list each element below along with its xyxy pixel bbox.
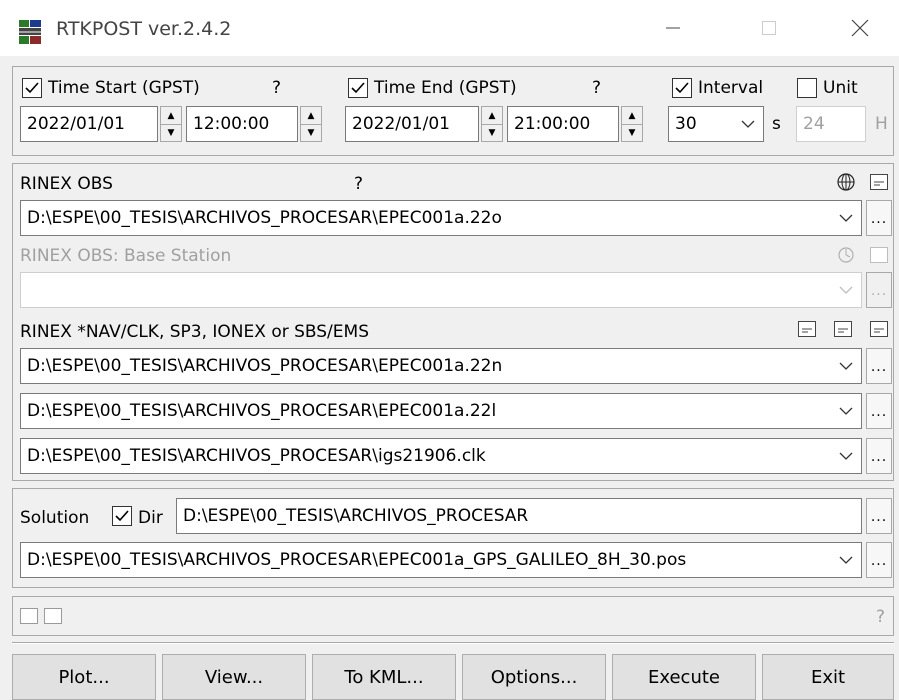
time-start-label: Time Start (GPST)	[48, 78, 200, 98]
interval-value: 30	[675, 114, 697, 134]
browse-rinex-nav-3-button[interactable]: ...	[866, 438, 892, 474]
end-time-stepper[interactable]: ▲ ▼	[621, 106, 643, 142]
browse-rinex-base-button[interactable]: ...	[866, 272, 892, 308]
separator	[12, 642, 894, 644]
start-date-field[interactable]: 2022/01/01	[20, 106, 158, 142]
view-file-icon[interactable]	[798, 321, 816, 337]
rinex-obs-help[interactable]: ?	[354, 174, 363, 194]
status-indicator-2	[44, 608, 62, 624]
browse-rinex-nav-1-button[interactable]: ...	[866, 348, 892, 384]
view-file-icon[interactable]	[834, 321, 852, 337]
chevron-down-icon[interactable]	[831, 543, 861, 577]
globe-icon[interactable]	[836, 172, 856, 192]
rinex-nav-combo-3[interactable]: D:\ESPE\00_TESIS\ARCHIVOS_PROCESAR\igs21…	[20, 438, 862, 474]
execute-button[interactable]: Execute	[612, 654, 756, 700]
check-icon	[25, 82, 39, 94]
browse-solution-dir-button[interactable]: ...	[866, 498, 892, 534]
rinex-obs-label: RINEX OBS	[20, 174, 113, 194]
exit-button[interactable]: Exit	[762, 654, 894, 700]
solution-file-path: D:\ESPE\00_TESIS\ARCHIVOS_PROCESAR\EPEC0…	[27, 550, 687, 570]
spin-down-icon[interactable]: ▼	[622, 124, 642, 141]
time-start-help[interactable]: ?	[272, 78, 281, 98]
end-date-field[interactable]: 2022/01/01	[345, 106, 479, 142]
chevron-down-icon[interactable]	[831, 201, 861, 235]
maximize-icon	[762, 21, 776, 35]
solution-label: Solution	[20, 508, 90, 528]
options-button[interactable]: Options...	[462, 654, 606, 700]
to-kml-button[interactable]: To KML...	[312, 654, 456, 700]
dir-label: Dir	[138, 508, 163, 528]
interval-select[interactable]: 30	[668, 106, 764, 142]
view-file-icon[interactable]	[870, 321, 888, 337]
close-button[interactable]	[835, 8, 885, 48]
time-end-label: Time End (GPST)	[374, 78, 517, 98]
end-time-field[interactable]: 21:00:00	[507, 106, 619, 142]
status-help[interactable]: ?	[876, 607, 885, 627]
chevron-down-icon[interactable]	[733, 107, 763, 141]
title-bar: RTKPOST ver.2.4.2	[0, 0, 899, 56]
rinex-obs-path: D:\ESPE\00_TESIS\ARCHIVOS_PROCESAR\EPEC0…	[27, 208, 502, 228]
unit-checkbox[interactable]	[797, 78, 817, 98]
check-icon	[675, 82, 689, 94]
browse-rinex-nav-2-button[interactable]: ...	[866, 393, 892, 429]
rinex-nav-path-2: D:\ESPE\00_TESIS\ARCHIVOS_PROCESAR\EPEC0…	[27, 401, 497, 421]
start-date-stepper[interactable]: ▲ ▼	[160, 106, 182, 142]
globe-icon[interactable]	[836, 245, 856, 265]
chevron-down-icon[interactable]	[831, 273, 861, 307]
chevron-down-icon[interactable]	[831, 394, 861, 428]
start-time-stepper[interactable]: ▲ ▼	[300, 106, 322, 142]
spin-down-icon[interactable]: ▼	[482, 124, 502, 141]
spin-up-icon[interactable]: ▲	[161, 107, 181, 125]
rinex-nav-label: RINEX *NAV/CLK, SP3, IONEX or SBS/EMS	[20, 322, 369, 342]
view-button[interactable]: View...	[162, 654, 306, 700]
unit-label: Unit	[823, 78, 858, 98]
browse-solution-file-button[interactable]: ...	[866, 542, 892, 578]
rinex-obs-base-combo[interactable]	[20, 272, 862, 308]
time-end-checkbox[interactable]	[348, 78, 368, 98]
view-file-icon[interactable]	[870, 174, 888, 190]
rinex-nav-path-3: D:\ESPE\00_TESIS\ARCHIVOS_PROCESAR\igs21…	[27, 446, 486, 466]
spin-up-icon[interactable]: ▲	[622, 107, 642, 125]
spin-down-icon[interactable]: ▼	[301, 124, 321, 141]
solution-dir-field[interactable]: D:\ESPE\00_TESIS\ARCHIVOS_PROCESAR	[176, 498, 862, 534]
rinex-obs-rover-combo[interactable]: D:\ESPE\00_TESIS\ARCHIVOS_PROCESAR\EPEC0…	[20, 200, 862, 236]
close-icon	[851, 19, 869, 37]
view-file-icon[interactable]	[870, 247, 888, 263]
status-panel	[12, 596, 894, 636]
chevron-down-icon[interactable]	[831, 349, 861, 383]
check-icon	[115, 510, 129, 522]
minimize-icon	[666, 27, 680, 29]
chevron-down-icon[interactable]	[831, 439, 861, 473]
rinex-obs-base-label: RINEX OBS: Base Station	[20, 246, 232, 266]
status-indicator-1	[20, 608, 38, 624]
solution-file-combo[interactable]: D:\ESPE\00_TESIS\ARCHIVOS_PROCESAR\EPEC0…	[20, 542, 862, 578]
start-time-field[interactable]: 12:00:00	[186, 106, 298, 142]
maximize-button[interactable]	[744, 8, 794, 48]
rinex-nav-combo-1[interactable]: D:\ESPE\00_TESIS\ARCHIVOS_PROCESAR\EPEC0…	[20, 348, 862, 384]
end-date-stepper[interactable]: ▲ ▼	[481, 106, 503, 142]
rinex-nav-combo-2[interactable]: D:\ESPE\00_TESIS\ARCHIVOS_PROCESAR\EPEC0…	[20, 393, 862, 429]
browse-rinex-obs-button[interactable]: ...	[866, 200, 892, 236]
minimize-button[interactable]	[648, 8, 698, 48]
spin-down-icon[interactable]: ▼	[161, 124, 181, 141]
interval-checkbox[interactable]	[672, 78, 692, 98]
check-icon	[351, 82, 365, 94]
plot-button[interactable]: Plot...	[12, 654, 156, 700]
unit-suffix-label: H	[875, 114, 888, 134]
dir-checkbox[interactable]	[112, 506, 132, 526]
time-end-help[interactable]: ?	[592, 78, 601, 98]
rinex-nav-path-1: D:\ESPE\00_TESIS\ARCHIVOS_PROCESAR\EPEC0…	[27, 356, 503, 376]
spin-up-icon[interactable]: ▲	[482, 107, 502, 125]
time-start-checkbox[interactable]	[22, 78, 42, 98]
interval-unit-label: s	[772, 114, 781, 134]
interval-label: Interval	[698, 78, 764, 98]
window-title: RTKPOST ver.2.4.2	[56, 18, 232, 40]
spin-up-icon[interactable]: ▲	[301, 107, 321, 125]
unit-field[interactable]: 24	[796, 106, 866, 142]
app-icon	[18, 19, 42, 45]
